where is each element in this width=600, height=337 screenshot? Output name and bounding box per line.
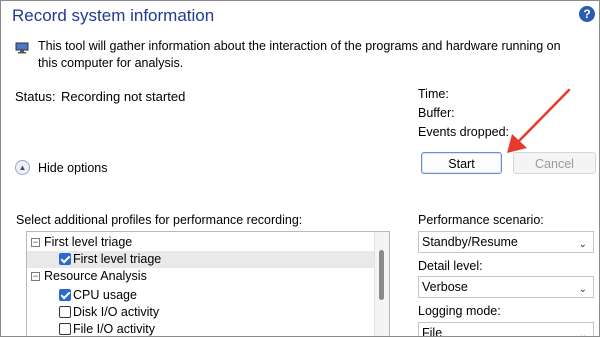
tree-group-first-level-triage[interactable]: − First level triage (27, 234, 375, 251)
logging-mode-select[interactable]: File ⌄ (418, 322, 594, 337)
tree-item-label: First level triage (73, 252, 162, 266)
window-title: Record system information (12, 6, 215, 25)
checkbox-cpu-usage[interactable] (59, 289, 71, 301)
collapse-icon[interactable]: − (31, 238, 40, 247)
tree-scrollbar[interactable] (374, 232, 389, 336)
chevron-down-icon: ⌄ (578, 330, 587, 337)
profiles-tree[interactable]: − First level triage First level triage … (26, 231, 390, 336)
performance-scenario-select[interactable]: Standby/Resume ⌄ (418, 231, 594, 253)
tree-item-file-io[interactable]: File I/O activity (27, 321, 375, 336)
tree-item-label: CPU usage (73, 288, 137, 302)
tree-group-resource-analysis[interactable]: − Resource Analysis (27, 268, 375, 285)
detail-level-label: Detail level: (418, 259, 483, 273)
hide-options-icon[interactable]: ▲ (15, 160, 30, 175)
tree-item-label: File I/O activity (73, 322, 155, 336)
tree-group-label: First level triage (44, 235, 133, 249)
checkbox-file-io[interactable] (59, 323, 71, 335)
tree-item-cpu-usage[interactable]: CPU usage (27, 287, 375, 304)
checkbox-first-level-triage[interactable] (59, 253, 71, 265)
start-button[interactable]: Start (421, 152, 502, 174)
buffer-label: Buffer: (418, 106, 455, 120)
collapse-icon[interactable]: − (31, 272, 40, 281)
logging-mode-label: Logging mode: (418, 304, 501, 318)
tree-item-label: Disk I/O activity (73, 305, 160, 319)
help-icon[interactable]: ? (579, 6, 595, 22)
chevron-down-icon: ⌄ (578, 239, 587, 250)
logging-mode-value: File (422, 326, 443, 337)
tree-item-disk-io[interactable]: Disk I/O activity (27, 304, 375, 321)
status-label: Status: (15, 89, 56, 104)
tree-item-first-level-triage[interactable]: First level triage (27, 251, 375, 268)
time-label: Time: (418, 87, 449, 101)
profiles-label: Select additional profiles for performan… (16, 213, 303, 227)
detail-level-select[interactable]: Verbose ⌄ (418, 276, 594, 298)
chevron-down-icon: ⌄ (578, 284, 587, 295)
annotation-arrow-icon (507, 88, 571, 153)
info-text: This tool will gather information about … (38, 39, 561, 70)
record-system-info-window: Record system information ? This tool wi… (0, 0, 600, 337)
tree-group-label: Resource Analysis (44, 269, 147, 283)
checkbox-disk-io[interactable] (59, 306, 71, 318)
performance-scenario-label: Performance scenario: (418, 213, 544, 227)
hide-options-label[interactable]: Hide options (38, 161, 108, 175)
status-value: Recording not started (61, 89, 186, 104)
events-dropped-label: Events dropped: (418, 125, 510, 139)
detail-level-value: Verbose (422, 280, 468, 294)
performance-scenario-value: Standby/Resume (422, 235, 518, 249)
info-icon (15, 42, 29, 54)
scrollbar-thumb[interactable] (379, 250, 384, 300)
